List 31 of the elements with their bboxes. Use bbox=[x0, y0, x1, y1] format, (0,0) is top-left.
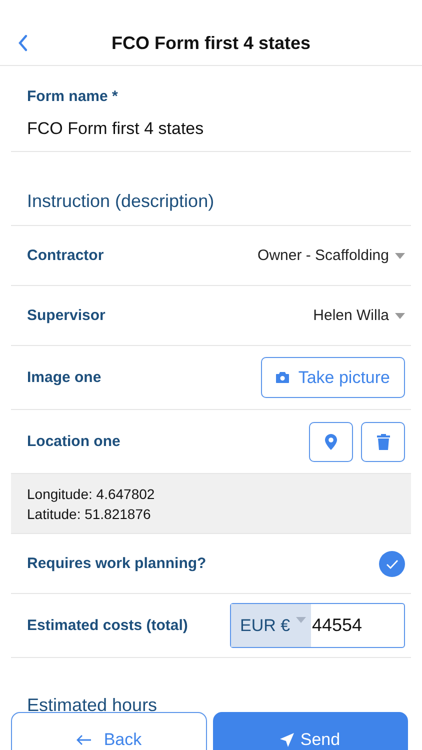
field-label: Estimated costs (total) bbox=[27, 617, 188, 634]
camera-icon bbox=[276, 372, 290, 383]
trash-icon bbox=[376, 434, 390, 450]
back-icon[interactable] bbox=[17, 34, 29, 52]
location-button[interactable] bbox=[309, 422, 353, 462]
map-pin-icon bbox=[325, 434, 337, 450]
dropdown[interactable]: Owner - Scaffolding bbox=[258, 247, 405, 264]
caret-icon bbox=[395, 252, 405, 258]
field-label: Location one bbox=[27, 433, 120, 450]
send-button[interactable]: Send bbox=[212, 712, 408, 750]
amount-field[interactable]: EUR € 44554 bbox=[230, 603, 405, 648]
coordinate-text: Longitude: 4.647802 bbox=[27, 486, 156, 502]
checkbox[interactable] bbox=[379, 550, 405, 576]
field-label: Contractor bbox=[27, 247, 104, 264]
section-heading: Instruction (description) bbox=[27, 191, 214, 212]
take-picture-button[interactable]: Take picture bbox=[261, 357, 405, 398]
page-title: FCO Form first 4 states bbox=[111, 33, 311, 54]
caret-icon bbox=[395, 312, 405, 318]
back-button[interactable]: Back bbox=[11, 712, 206, 750]
dropdown[interactable]: Helen Willa bbox=[313, 307, 405, 324]
currency-dropdown[interactable]: EUR € bbox=[231, 604, 311, 647]
caret-icon bbox=[296, 617, 306, 623]
field-label: Form name * bbox=[27, 88, 119, 105]
coordinate-text: Latitude: 51.821876 bbox=[27, 506, 152, 522]
amount-value: 44554 bbox=[311, 614, 362, 637]
field-label: Requires work planning? bbox=[27, 555, 206, 572]
arrow-left-icon bbox=[76, 734, 92, 746]
delete-button[interactable] bbox=[361, 422, 405, 462]
send-icon bbox=[280, 732, 294, 746]
field-label: Image one bbox=[27, 369, 102, 386]
field-label: Supervisor bbox=[27, 307, 106, 324]
